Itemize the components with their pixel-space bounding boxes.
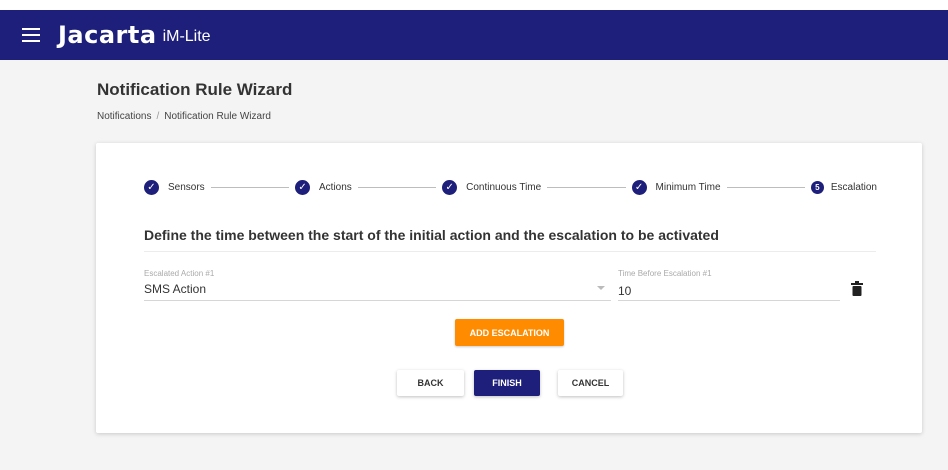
- step-label: Minimum Time: [655, 181, 721, 193]
- step-actions[interactable]: ✓ Actions: [295, 179, 352, 195]
- trash-icon[interactable]: [851, 281, 863, 296]
- brand-logo[interactable]: Jacarta: [58, 21, 157, 49]
- step-connector: [726, 186, 805, 188]
- escalated-action-select[interactable]: SMS Action: [144, 281, 611, 301]
- step-escalation[interactable]: 5 Escalation: [810, 180, 877, 194]
- step-label: Continuous Time: [466, 181, 542, 193]
- divider: [144, 251, 876, 252]
- escalated-action-value: SMS Action: [144, 282, 207, 296]
- step-connector: [547, 186, 626, 188]
- hamburger-menu-icon[interactable]: [22, 28, 40, 42]
- step-number-badge: 5: [810, 180, 824, 194]
- check-circle-icon: ✓: [631, 179, 647, 195]
- escalated-action-label: Escalated Action #1: [144, 269, 215, 278]
- time-before-escalation-label: Time Before Escalation #1: [618, 269, 712, 278]
- dropdown-arrow-icon: [597, 286, 605, 290]
- check-circle-icon: ✓: [442, 179, 458, 195]
- breadcrumb-notifications[interactable]: Notifications: [97, 111, 151, 122]
- wizard-stepper: ✓ Sensors ✓ Actions ✓ Continuous Time ✓ …: [144, 179, 877, 195]
- step-label: Sensors: [168, 181, 205, 193]
- window-top-strip: [0, 0, 948, 10]
- step-label: Escalation: [830, 181, 877, 193]
- add-escalation-button[interactable]: ADD ESCALATION: [455, 319, 564, 346]
- check-circle-icon: ✓: [295, 179, 311, 195]
- time-before-escalation-value: 10: [618, 284, 632, 298]
- back-button[interactable]: BACK: [397, 370, 464, 396]
- step-label: Actions: [319, 181, 352, 193]
- step-connector: [357, 186, 437, 188]
- wizard-card: ✓ Sensors ✓ Actions ✓ Continuous Time ✓ …: [96, 143, 922, 433]
- step-sensors[interactable]: ✓ Sensors: [144, 179, 205, 195]
- step-minimum-time[interactable]: ✓ Minimum Time: [631, 179, 721, 195]
- cancel-button[interactable]: CANCEL: [558, 370, 623, 396]
- check-circle-icon: ✓: [144, 179, 159, 195]
- breadcrumb-current: Notification Rule Wizard: [164, 111, 271, 122]
- step-connector: [210, 186, 290, 188]
- step-continuous-time[interactable]: ✓ Continuous Time: [442, 179, 542, 195]
- breadcrumb-separator: /: [156, 111, 160, 122]
- page-title: Notification Rule Wizard: [97, 80, 293, 99]
- finish-button[interactable]: FINISH: [474, 370, 540, 396]
- time-before-escalation-input[interactable]: 10: [618, 281, 840, 301]
- form-heading: Define the time between the start of the…: [144, 227, 719, 243]
- app-header: Jacarta iM-Lite: [0, 10, 948, 60]
- product-name: iM-Lite: [162, 27, 211, 45]
- breadcrumb: Notifications / Notification Rule Wizard: [97, 111, 271, 122]
